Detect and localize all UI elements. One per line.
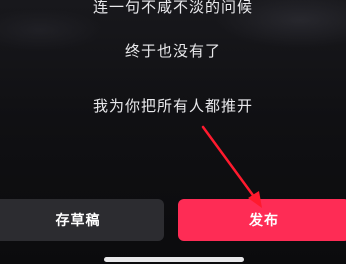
- annotation-arrow-icon: [201, 125, 262, 208]
- home-indicator: [104, 257, 244, 262]
